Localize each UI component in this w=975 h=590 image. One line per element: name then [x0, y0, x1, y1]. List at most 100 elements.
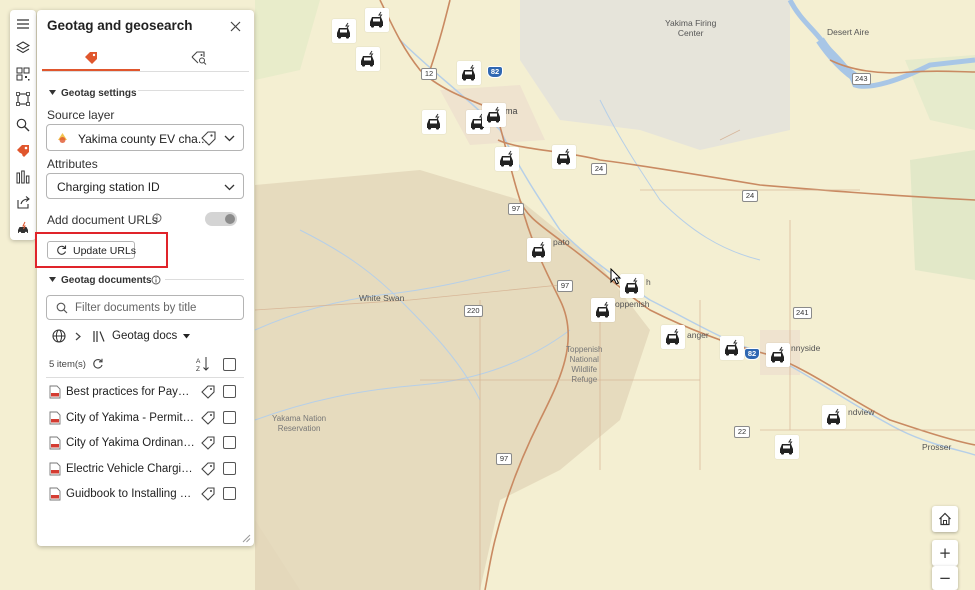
svg-text:A: A [196, 358, 201, 365]
car-icon [780, 438, 793, 455]
map-label-granger: anger [687, 330, 709, 340]
ev-charging-station-marker[interactable] [552, 145, 576, 169]
document-title: Electric Vehicle Charging... [66, 462, 197, 475]
ev-charging-station-marker[interactable] [495, 147, 519, 171]
map-label-firing-center: Yakima Firing Center [665, 18, 717, 38]
info-icon[interactable] [151, 275, 161, 285]
chevron-right-icon [75, 332, 81, 341]
ev-charging-station-marker[interactable] [822, 405, 846, 429]
info-icon[interactable] [152, 213, 162, 223]
route-shield: 97 [557, 280, 573, 292]
geotag-settings-header[interactable]: Geotag settings [49, 86, 149, 100]
map-label-white-swan: White Swan [359, 293, 405, 303]
map-label-wapato: pato [553, 237, 570, 247]
document-title: Guidbook to Installing El... [66, 488, 197, 500]
share-icon[interactable] [13, 192, 33, 212]
sort-az-icon[interactable]: AZ [196, 356, 210, 372]
car-icon [370, 11, 383, 28]
close-icon[interactable] [227, 18, 243, 34]
ev-charging-station-marker[interactable] [527, 238, 551, 262]
tag-outline-icon[interactable] [201, 461, 215, 476]
document-checkbox[interactable] [223, 487, 236, 500]
globe-icon[interactable] [52, 329, 66, 343]
route-shield: 97 [496, 453, 512, 465]
document-checkbox[interactable] [223, 385, 236, 398]
tag-outline-icon[interactable] [201, 410, 215, 425]
document-row[interactable]: Guidbook to Installing El... [49, 484, 245, 504]
ev-charging-station-marker[interactable] [766, 343, 790, 367]
section-divider [138, 90, 244, 91]
item-count: 5 item(s) [49, 359, 86, 370]
ev-charging-station-marker[interactable] [620, 274, 644, 298]
tag-icon [85, 52, 97, 64]
ev-charging-station-marker[interactable] [422, 110, 446, 134]
pdf-file-icon [49, 436, 61, 450]
add-urls-toggle[interactable] [205, 212, 237, 226]
attributes-value: Charging station ID [57, 180, 160, 194]
map-label-prosser: Prosser [922, 442, 952, 452]
mouse-cursor-icon [610, 268, 622, 285]
resize-grip-icon[interactable] [242, 534, 251, 543]
filter-documents-input[interactable]: Filter documents by title [46, 295, 244, 320]
zoom-out-button[interactable]: − [932, 566, 958, 590]
ev-charging-station-marker[interactable] [720, 336, 744, 360]
car-icon [427, 113, 440, 130]
document-row[interactable]: Best practices for Payme... [49, 382, 245, 402]
qr-code-icon[interactable] [13, 64, 33, 84]
home-button[interactable] [932, 506, 958, 532]
select-rectangle-icon[interactable] [13, 89, 33, 109]
ev-charging-station-marker[interactable] [775, 435, 799, 459]
search-icon[interactable] [13, 115, 33, 135]
pdf-file-icon [49, 411, 61, 424]
side-toolbar [10, 10, 36, 240]
layers-icon[interactable] [13, 38, 33, 58]
svg-text:Z: Z [196, 366, 200, 372]
tag-outline-icon[interactable] [201, 436, 215, 450]
document-checkbox[interactable] [223, 410, 236, 424]
tag-outline-icon[interactable] [201, 487, 215, 501]
tag-outline-icon[interactable] [201, 385, 215, 399]
document-checkbox[interactable] [223, 436, 236, 449]
route-shield: 24 [591, 163, 607, 175]
tag-outline-icon[interactable] [201, 131, 216, 146]
tag-search-icon [191, 51, 207, 65]
route-shield: 220 [464, 305, 483, 317]
attributes-select[interactable]: Charging station ID [46, 173, 244, 199]
attributes-label: Attributes [47, 157, 98, 171]
document-row[interactable]: City of Yakima Ordinanc... [49, 433, 245, 453]
search-icon [56, 302, 68, 314]
document-row[interactable]: City of Yakima - Permitti... [49, 408, 245, 428]
library-icon [93, 331, 105, 342]
ev-charging-station-marker[interactable] [591, 298, 615, 322]
chart-icon[interactable] [13, 167, 33, 187]
ev-charging-station-marker[interactable] [457, 61, 481, 85]
source-layer-label: Source layer [47, 108, 115, 122]
ev-charging-station-marker[interactable] [482, 103, 506, 127]
breadcrumb-folder[interactable]: Geotag docs [93, 329, 193, 345]
refresh-icon[interactable] [92, 358, 104, 370]
section-divider [165, 279, 244, 280]
select-all-checkbox[interactable] [223, 358, 236, 371]
tab-geotag[interactable] [42, 46, 140, 70]
ev-charger-icon[interactable] [13, 218, 33, 238]
caret-down-icon [49, 90, 56, 95]
route-shield: 24 [742, 190, 758, 202]
document-row[interactable]: Electric Vehicle Charging... [49, 459, 245, 479]
ev-charging-station-marker[interactable] [365, 8, 389, 32]
zoom-in-button[interactable]: + [932, 540, 958, 566]
folder-label: Geotag docs [112, 330, 178, 342]
tab-geosearch[interactable] [150, 46, 248, 70]
menu-icon[interactable] [13, 14, 33, 34]
ev-charging-station-marker[interactable] [661, 325, 685, 349]
ev-charging-station-marker[interactable] [356, 47, 380, 71]
car-icon [725, 339, 738, 356]
geotag-settings-heading: Geotag settings [61, 87, 137, 99]
update-urls-label: Update URLs [73, 245, 137, 257]
geotag-icon[interactable] [13, 141, 33, 161]
source-layer-select[interactable]: Yakima county EV cha... [46, 124, 244, 151]
update-urls-button[interactable]: Update URLs [47, 241, 137, 259]
document-checkbox[interactable] [223, 461, 236, 475]
car-icon [771, 346, 784, 363]
ev-charging-station-marker[interactable] [332, 19, 356, 43]
route-shield: 243 [852, 73, 871, 85]
